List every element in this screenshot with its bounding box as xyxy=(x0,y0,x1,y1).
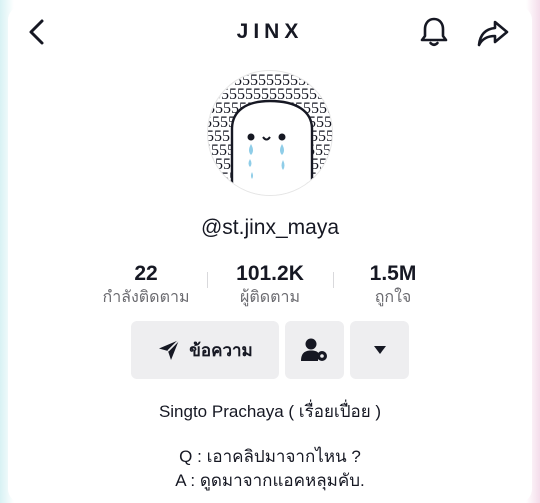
bell-icon[interactable] xyxy=(416,14,452,50)
message-button[interactable]: ข้อความ xyxy=(131,321,279,379)
avatar[interactable]: 555555555555555555555555555555555555 555… xyxy=(207,70,333,196)
username: @st.jinx_maya xyxy=(200,216,340,239)
stat-label: ผู้ติดตาม xyxy=(239,289,301,306)
friend-settings-button[interactable] xyxy=(285,321,344,379)
more-options-button[interactable] xyxy=(350,321,409,379)
send-icon xyxy=(159,339,180,360)
avatar-image: 555555555555555555555555555555555555 555… xyxy=(208,72,332,195)
stat-following[interactable]: 22 กำลังติดตาม xyxy=(76,262,216,309)
message-button-label: ข้อความ xyxy=(189,340,253,360)
stat-value: 1.5M xyxy=(369,262,417,285)
stat-label: กำลังติดตาม xyxy=(102,289,190,306)
stat-value: 22 xyxy=(134,262,158,285)
stat-value: 101.2K xyxy=(236,262,304,285)
caret-down-icon xyxy=(373,346,386,354)
stat-likes[interactable]: 1.5M ถูกใจ xyxy=(323,262,463,309)
stat-followers[interactable]: 101.2K ผู้ติดตาม xyxy=(200,262,340,309)
bio-line: Q : เอาคลิปมาจากไหน ? xyxy=(179,447,361,466)
page-title: JINX xyxy=(236,20,304,43)
stat-label: ถูกใจ xyxy=(374,289,412,306)
bio-line: A : ดูดมาจากแอคหลุมคับ. xyxy=(175,471,365,490)
user-settings-icon xyxy=(300,338,327,361)
bio-name: Singto Prachaya ( เรื่อยเปื่อย ) xyxy=(158,402,382,421)
share-arrow-icon[interactable] xyxy=(474,14,512,52)
